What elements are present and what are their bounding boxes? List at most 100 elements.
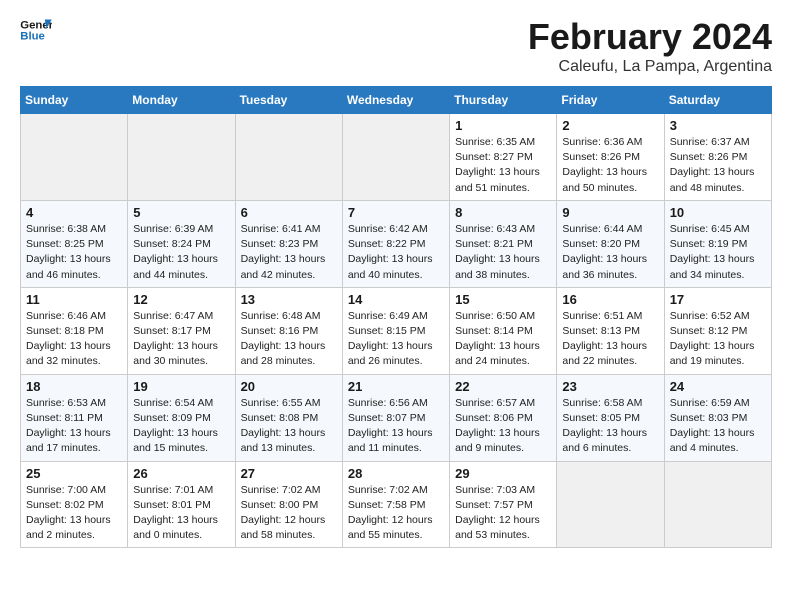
day-info: Sunrise: 7:01 AMSunset: 8:01 PMDaylight:… <box>133 483 229 544</box>
calendar-week-row: 25 Sunrise: 7:00 AMSunset: 8:02 PMDayligh… <box>21 461 772 548</box>
weekday-header-cell: Sunday <box>21 87 128 114</box>
calendar-body: 1 Sunrise: 6:35 AMSunset: 8:27 PMDaylight… <box>21 114 772 548</box>
calendar-day-cell: 12 Sunrise: 6:47 AMSunset: 8:17 PMDayligh… <box>128 287 235 374</box>
day-info: Sunrise: 6:55 AMSunset: 8:08 PMDaylight:… <box>241 396 337 457</box>
day-info: Sunrise: 6:42 AMSunset: 8:22 PMDaylight:… <box>348 222 444 283</box>
calendar-week-row: 4 Sunrise: 6:38 AMSunset: 8:25 PMDaylight… <box>21 200 772 287</box>
calendar-day-cell: 2 Sunrise: 6:36 AMSunset: 8:26 PMDaylight… <box>557 114 664 201</box>
day-number: 17 <box>670 292 766 307</box>
calendar-week-row: 11 Sunrise: 6:46 AMSunset: 8:18 PMDayligh… <box>21 287 772 374</box>
day-number: 20 <box>241 379 337 394</box>
day-info: Sunrise: 6:41 AMSunset: 8:23 PMDaylight:… <box>241 222 337 283</box>
calendar-day-cell: 24 Sunrise: 6:59 AMSunset: 8:03 PMDayligh… <box>664 374 771 461</box>
calendar-day-cell: 23 Sunrise: 6:58 AMSunset: 8:05 PMDayligh… <box>557 374 664 461</box>
calendar-day-cell <box>664 461 771 548</box>
day-number: 29 <box>455 466 551 481</box>
day-info: Sunrise: 6:50 AMSunset: 8:14 PMDaylight:… <box>455 309 551 370</box>
calendar-day-cell: 4 Sunrise: 6:38 AMSunset: 8:25 PMDaylight… <box>21 200 128 287</box>
day-number: 28 <box>348 466 444 481</box>
day-info: Sunrise: 6:46 AMSunset: 8:18 PMDaylight:… <box>26 309 122 370</box>
title-area: February 2024 Caleufu, La Pampa, Argenti… <box>528 16 772 76</box>
day-info: Sunrise: 6:39 AMSunset: 8:24 PMDaylight:… <box>133 222 229 283</box>
day-number: 6 <box>241 205 337 220</box>
day-number: 10 <box>670 205 766 220</box>
day-info: Sunrise: 7:02 AMSunset: 7:58 PMDaylight:… <box>348 483 444 544</box>
day-number: 15 <box>455 292 551 307</box>
svg-text:Blue: Blue <box>20 31 45 43</box>
day-info: Sunrise: 6:51 AMSunset: 8:13 PMDaylight:… <box>562 309 658 370</box>
weekday-header-row: SundayMondayTuesdayWednesdayThursdayFrid… <box>21 87 772 114</box>
weekday-header-cell: Monday <box>128 87 235 114</box>
calendar-day-cell: 20 Sunrise: 6:55 AMSunset: 8:08 PMDayligh… <box>235 374 342 461</box>
calendar-day-cell: 17Sunrise: 6:52 AMSunset: 8:12 PMDayligh… <box>664 287 771 374</box>
month-title: February 2024 <box>528 16 772 58</box>
day-info: Sunrise: 6:37 AMSunset: 8:26 PMDaylight:… <box>670 135 766 196</box>
weekday-header-cell: Tuesday <box>235 87 342 114</box>
day-number: 5 <box>133 205 229 220</box>
day-info: Sunrise: 6:59 AMSunset: 8:03 PMDaylight:… <box>670 396 766 457</box>
day-number: 25 <box>26 466 122 481</box>
calendar-day-cell: 29 Sunrise: 7:03 AMSunset: 7:57 PMDayligh… <box>450 461 557 548</box>
page-header: General Blue February 2024 Caleufu, La P… <box>20 16 772 76</box>
day-number: 23 <box>562 379 658 394</box>
day-number: 4 <box>26 205 122 220</box>
day-number: 7 <box>348 205 444 220</box>
day-number: 22 <box>455 379 551 394</box>
day-info: Sunrise: 6:47 AMSunset: 8:17 PMDaylight:… <box>133 309 229 370</box>
day-info: Sunrise: 6:44 AMSunset: 8:20 PMDaylight:… <box>562 222 658 283</box>
day-number: 16 <box>562 292 658 307</box>
day-number: 2 <box>562 118 658 133</box>
calendar-day-cell <box>235 114 342 201</box>
calendar-day-cell: 6 Sunrise: 6:41 AMSunset: 8:23 PMDaylight… <box>235 200 342 287</box>
day-info: Sunrise: 6:43 AMSunset: 8:21 PMDaylight:… <box>455 222 551 283</box>
calendar-day-cell: 11 Sunrise: 6:46 AMSunset: 8:18 PMDayligh… <box>21 287 128 374</box>
day-info: Sunrise: 6:36 AMSunset: 8:26 PMDaylight:… <box>562 135 658 196</box>
day-info: Sunrise: 6:38 AMSunset: 8:25 PMDaylight:… <box>26 222 122 283</box>
calendar-day-cell: 16 Sunrise: 6:51 AMSunset: 8:13 PMDayligh… <box>557 287 664 374</box>
day-number: 11 <box>26 292 122 307</box>
weekday-header-cell: Wednesday <box>342 87 449 114</box>
day-number: 3 <box>670 118 766 133</box>
day-number: 14 <box>348 292 444 307</box>
day-number: 19 <box>133 379 229 394</box>
calendar-day-cell: 7 Sunrise: 6:42 AMSunset: 8:22 PMDaylight… <box>342 200 449 287</box>
calendar-week-row: 18 Sunrise: 6:53 AMSunset: 8:11 PMDayligh… <box>21 374 772 461</box>
day-info: Sunrise: 7:03 AMSunset: 7:57 PMDaylight:… <box>455 483 551 544</box>
day-info: Sunrise: 6:53 AMSunset: 8:11 PMDaylight:… <box>26 396 122 457</box>
weekday-header-cell: Saturday <box>664 87 771 114</box>
day-number: 21 <box>348 379 444 394</box>
day-number: 12 <box>133 292 229 307</box>
day-info: Sunrise: 7:00 AMSunset: 8:02 PMDaylight:… <box>26 483 122 544</box>
calendar-day-cell: 21 Sunrise: 6:56 AMSunset: 8:07 PMDayligh… <box>342 374 449 461</box>
weekday-header-cell: Thursday <box>450 87 557 114</box>
calendar-day-cell: 13 Sunrise: 6:48 AMSunset: 8:16 PMDayligh… <box>235 287 342 374</box>
day-number: 1 <box>455 118 551 133</box>
day-number: 27 <box>241 466 337 481</box>
location-title: Caleufu, La Pampa, Argentina <box>528 58 772 76</box>
day-number: 8 <box>455 205 551 220</box>
day-info: Sunrise: 7:02 AMSunset: 8:00 PMDaylight:… <box>241 483 337 544</box>
calendar-day-cell: 15 Sunrise: 6:50 AMSunset: 8:14 PMDayligh… <box>450 287 557 374</box>
calendar-day-cell: 27 Sunrise: 7:02 AMSunset: 8:00 PMDayligh… <box>235 461 342 548</box>
calendar-table: SundayMondayTuesdayWednesdayThursdayFrid… <box>20 86 772 548</box>
day-number: 24 <box>670 379 766 394</box>
calendar-day-cell: 28 Sunrise: 7:02 AMSunset: 7:58 PMDayligh… <box>342 461 449 548</box>
calendar-day-cell <box>128 114 235 201</box>
weekday-header-cell: Friday <box>557 87 664 114</box>
day-info: Sunrise: 6:45 AMSunset: 8:19 PMDaylight:… <box>670 222 766 283</box>
day-info: Sunrise: 6:58 AMSunset: 8:05 PMDaylight:… <box>562 396 658 457</box>
day-info: Sunrise: 6:54 AMSunset: 8:09 PMDaylight:… <box>133 396 229 457</box>
day-info: Sunrise: 6:56 AMSunset: 8:07 PMDaylight:… <box>348 396 444 457</box>
calendar-day-cell: 10 Sunrise: 6:45 AMSunset: 8:19 PMDayligh… <box>664 200 771 287</box>
day-number: 9 <box>562 205 658 220</box>
calendar-day-cell: 3 Sunrise: 6:37 AMSunset: 8:26 PMDaylight… <box>664 114 771 201</box>
day-info: Sunrise: 6:35 AMSunset: 8:27 PMDaylight:… <box>455 135 551 196</box>
day-info: Sunrise: 6:48 AMSunset: 8:16 PMDaylight:… <box>241 309 337 370</box>
day-info: Sunrise: 6:57 AMSunset: 8:06 PMDaylight:… <box>455 396 551 457</box>
calendar-day-cell: 26 Sunrise: 7:01 AMSunset: 8:01 PMDayligh… <box>128 461 235 548</box>
calendar-day-cell: 19 Sunrise: 6:54 AMSunset: 8:09 PMDayligh… <box>128 374 235 461</box>
day-number: 26 <box>133 466 229 481</box>
day-number: 13 <box>241 292 337 307</box>
day-number: 18 <box>26 379 122 394</box>
calendar-day-cell: 14Sunrise: 6:49 AMSunset: 8:15 PMDayligh… <box>342 287 449 374</box>
